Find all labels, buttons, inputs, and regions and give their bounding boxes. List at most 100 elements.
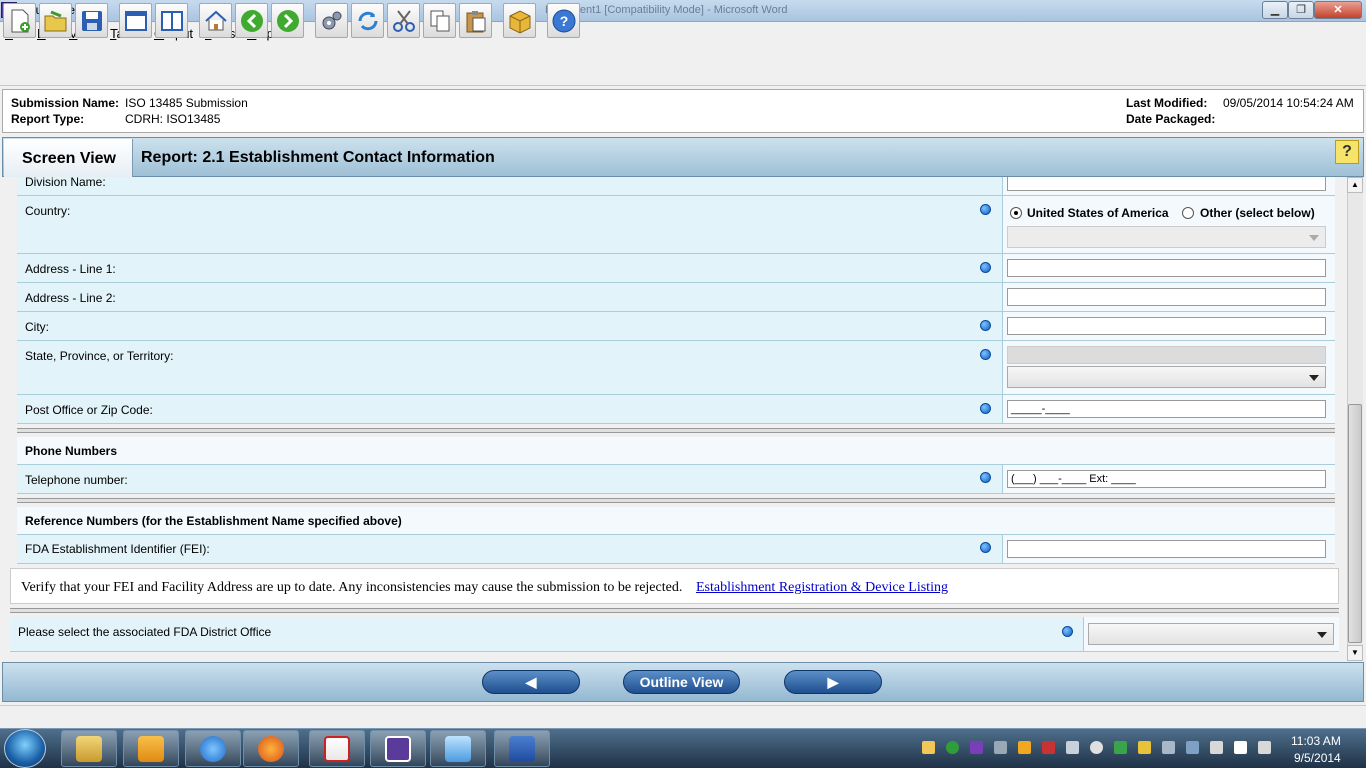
country-select[interactable] bbox=[1007, 226, 1326, 248]
tab-screen-view[interactable]: Screen View bbox=[4, 139, 133, 177]
address1-input[interactable] bbox=[1007, 259, 1326, 277]
explorer-taskbar-icon[interactable] bbox=[61, 730, 117, 767]
verify-text: Verify that your FEI and Facility Addres… bbox=[21, 580, 683, 595]
date-packaged-label: Date Packaged: bbox=[1126, 112, 1216, 126]
radio-other-label: Other (select below) bbox=[1200, 206, 1315, 220]
connection-tray-icon[interactable] bbox=[1090, 741, 1103, 754]
check-tray-icon[interactable] bbox=[1114, 741, 1127, 754]
usb-tray-icon[interactable] bbox=[1210, 741, 1223, 754]
help-icon[interactable]: ? bbox=[547, 3, 580, 38]
forward-arrow-icon[interactable] bbox=[271, 3, 304, 38]
split-view-icon[interactable] bbox=[155, 3, 188, 38]
city-label: City: bbox=[25, 320, 49, 334]
device-tray-icon[interactable] bbox=[994, 741, 1007, 754]
zip-input[interactable]: _____-____ bbox=[1007, 400, 1326, 418]
acrobat-taskbar-icon[interactable] bbox=[309, 730, 365, 767]
fei-input[interactable] bbox=[1007, 540, 1326, 558]
onenote-tray-icon[interactable] bbox=[970, 741, 983, 754]
network-app-taskbar-icon[interactable] bbox=[430, 730, 486, 767]
firefox-taskbar-icon[interactable] bbox=[243, 730, 299, 767]
address1-row: Address - Line 1: bbox=[17, 254, 1335, 283]
section-divider bbox=[17, 428, 1335, 433]
close-button[interactable]: ✕ bbox=[1314, 1, 1362, 19]
telephone-label: Telephone number: bbox=[25, 473, 128, 487]
country-label: Country: bbox=[25, 204, 71, 218]
mail-tray-icon[interactable] bbox=[922, 741, 935, 754]
scroll-up-arrow-icon[interactable]: ▲ bbox=[1347, 177, 1363, 193]
state-label: State, Province, or Territory: bbox=[25, 349, 174, 363]
required-indicator-icon bbox=[1062, 626, 1073, 637]
radio-us-label: United States of America bbox=[1027, 206, 1169, 220]
security-shield-tray-icon[interactable] bbox=[1042, 741, 1055, 754]
city-input[interactable] bbox=[1007, 317, 1326, 335]
telephone-input[interactable]: (___) ___-____ Ext: ____ bbox=[1007, 470, 1326, 488]
maximize-button[interactable]: ❐ bbox=[1288, 1, 1314, 19]
svg-text:?: ? bbox=[559, 13, 568, 29]
monitor-tray-icon[interactable] bbox=[1066, 741, 1079, 754]
start-button-icon[interactable] bbox=[4, 729, 46, 768]
scroll-down-arrow-icon[interactable]: ▼ bbox=[1347, 645, 1363, 661]
help-note-icon[interactable]: ? bbox=[1335, 140, 1359, 164]
submission-name-value: ISO 13485 Submission bbox=[125, 96, 248, 110]
required-indicator-icon bbox=[980, 472, 991, 483]
last-modified-label: Last Modified: bbox=[1126, 96, 1208, 110]
district-select[interactable] bbox=[1088, 623, 1334, 645]
lock-tray-icon[interactable] bbox=[1138, 741, 1151, 754]
verify-notice: Verify that your FEI and Facility Addres… bbox=[10, 568, 1339, 604]
outline-view-button[interactable]: Outline View bbox=[623, 670, 740, 694]
save-icon[interactable] bbox=[75, 3, 108, 38]
internet-explorer-taskbar-icon[interactable] bbox=[185, 730, 241, 767]
address2-row: Address - Line 2: bbox=[17, 283, 1335, 312]
word-taskbar-icon[interactable] bbox=[494, 730, 550, 767]
refresh-icon[interactable] bbox=[351, 3, 384, 38]
scrollbar-thumb[interactable] bbox=[1348, 404, 1362, 643]
background-window-title: Document1 [Compatibility Mode] - Microso… bbox=[545, 4, 788, 16]
section-divider bbox=[10, 608, 1339, 613]
report-type-label: Report Type: bbox=[11, 112, 85, 126]
required-indicator-icon bbox=[980, 320, 991, 331]
establishment-registration-link[interactable]: Establishment Registration & Device List… bbox=[696, 580, 948, 596]
outlook-taskbar-icon[interactable] bbox=[123, 730, 179, 767]
esubmitter-taskbar-icon[interactable] bbox=[370, 730, 426, 767]
required-indicator-icon bbox=[980, 262, 991, 273]
zip-label: Post Office or Zip Code: bbox=[25, 403, 153, 417]
cut-icon[interactable] bbox=[387, 3, 420, 38]
signal-tray-icon[interactable] bbox=[1234, 741, 1247, 754]
section-divider bbox=[17, 498, 1335, 503]
volume-tray-icon[interactable] bbox=[1258, 741, 1271, 754]
clock-date[interactable]: 9/5/2014 bbox=[1294, 751, 1341, 765]
radio-other[interactable] bbox=[1182, 207, 1194, 219]
country-row: Country: United States of America Other … bbox=[17, 196, 1335, 254]
home-icon[interactable] bbox=[199, 3, 232, 38]
city-row: City: bbox=[17, 312, 1335, 341]
state-text-input bbox=[1007, 346, 1326, 364]
telephone-row: Telephone number: (___) ___-____ Ext: __… bbox=[17, 465, 1335, 494]
submission-name-label: Submission Name: bbox=[11, 96, 120, 110]
radio-us[interactable] bbox=[1010, 207, 1022, 219]
reference-section-header: Reference Numbers (for the Establishment… bbox=[17, 507, 1335, 535]
back-arrow-icon[interactable] bbox=[235, 3, 268, 38]
form-content: Division Name: Country: United States of… bbox=[4, 177, 1348, 659]
report-type-value: CDRH: ISO13485 bbox=[125, 112, 221, 126]
new-document-icon[interactable] bbox=[3, 3, 36, 38]
division-row: Division Name: bbox=[17, 177, 1335, 196]
settings-gears-icon[interactable] bbox=[315, 3, 348, 38]
minimize-button[interactable]: ▁ bbox=[1262, 1, 1288, 19]
address1-label: Address - Line 1: bbox=[25, 262, 116, 276]
division-input[interactable] bbox=[1007, 177, 1326, 191]
window-icon[interactable] bbox=[119, 3, 152, 38]
network-tray-icon[interactable] bbox=[1186, 741, 1199, 754]
state-select[interactable] bbox=[1007, 366, 1326, 388]
sync-tray-icon[interactable] bbox=[946, 741, 959, 754]
required-indicator-icon bbox=[980, 403, 991, 414]
address2-input[interactable] bbox=[1007, 288, 1326, 306]
clock-time[interactable]: 11:03 AM bbox=[1291, 734, 1341, 748]
paste-icon[interactable] bbox=[459, 3, 492, 38]
flag-tray-icon[interactable] bbox=[1162, 741, 1175, 754]
previous-page-button[interactable]: ◀ bbox=[482, 670, 580, 694]
office-tray-icon[interactable] bbox=[1018, 741, 1031, 754]
next-page-button[interactable]: ▶ bbox=[784, 670, 882, 694]
copy-icon[interactable] bbox=[423, 3, 456, 38]
open-folder-icon[interactable] bbox=[39, 3, 72, 38]
package-icon[interactable] bbox=[503, 3, 536, 38]
